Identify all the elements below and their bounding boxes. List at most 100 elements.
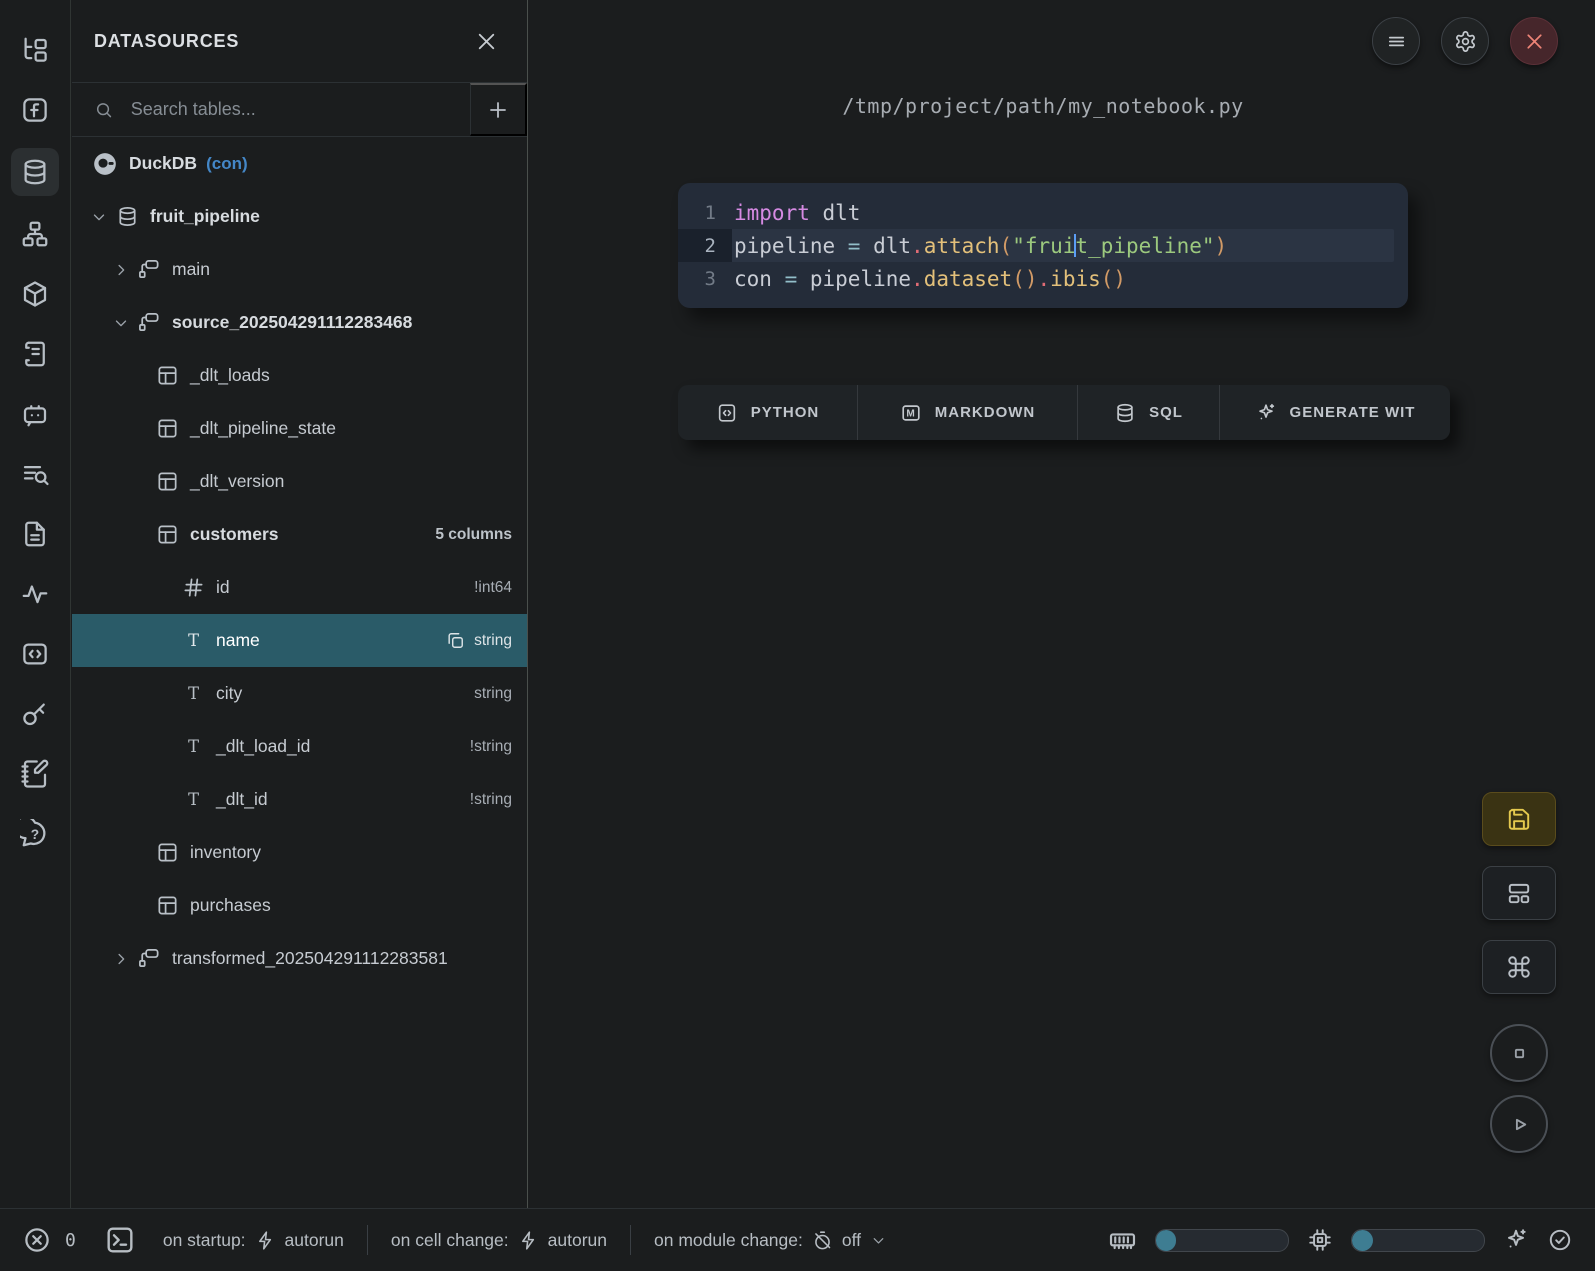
tree-row-fruit-pipeline[interactable]: fruit_pipeline xyxy=(72,190,527,243)
action-label: GENERATE WIT xyxy=(1290,404,1416,421)
chevron-right-icon[interactable] xyxy=(112,950,130,968)
command-palette-button[interactable] xyxy=(1482,940,1556,994)
save-button[interactable] xyxy=(1482,792,1556,846)
action-label: PYTHON xyxy=(751,404,820,421)
rail-item-help[interactable]: ? xyxy=(11,812,59,856)
chevron-down-icon xyxy=(870,1232,887,1249)
close-panel-icon[interactable] xyxy=(474,29,499,54)
add-cell-generate-wit-button[interactable]: GENERATE WIT xyxy=(1220,385,1450,440)
code-text: import dlt xyxy=(732,201,860,225)
tree-item-label: customers xyxy=(190,524,279,545)
rail-item-function[interactable] xyxy=(11,88,59,132)
ram-usage-fill xyxy=(1156,1230,1176,1251)
rail-item-activity[interactable] xyxy=(11,572,59,616)
ram-usage-meter xyxy=(1155,1229,1289,1252)
mode-on-startup[interactable]: on startup:autorun xyxy=(140,1225,367,1255)
search-row xyxy=(72,83,527,137)
tree-row-dlt-pipeline-state[interactable]: _dlt_pipeline_state xyxy=(72,402,527,455)
tree-row-source-202504291112283468[interactable]: source_202504291112283468 xyxy=(72,296,527,349)
type-t-icon: T xyxy=(182,788,205,811)
rail-item-list-search[interactable] xyxy=(11,452,59,496)
rail-item-bot[interactable] xyxy=(11,392,59,436)
tree-row-customers[interactable]: customers5 columns xyxy=(72,508,527,561)
add-cell-python-button[interactable]: PYTHON xyxy=(678,385,858,440)
chevron-down-icon[interactable] xyxy=(112,314,130,332)
markdown-icon: M xyxy=(900,402,922,424)
svg-text:M: M xyxy=(906,408,915,419)
tree-row-inventory[interactable]: inventory xyxy=(72,826,527,879)
tree-row-dlt-load-id[interactable]: T _dlt_load_id !string xyxy=(72,720,527,773)
tree-row-duckdb[interactable]: DuckDB(con) xyxy=(72,137,527,190)
tree-row-main[interactable]: main xyxy=(72,243,527,296)
chevron-right-icon[interactable] xyxy=(112,261,130,279)
connection-badge: (con) xyxy=(206,154,248,174)
chevron-down-icon[interactable] xyxy=(90,208,108,226)
tree-row-dlt-id[interactable]: T_dlt_id!string xyxy=(72,773,527,826)
rail-item-database[interactable] xyxy=(11,148,59,196)
svg-text:T: T xyxy=(188,684,199,703)
tree-row-dlt-version[interactable]: _dlt_version xyxy=(72,455,527,508)
column-type: !string xyxy=(470,738,512,756)
add-cell-markdown-button[interactable]: MMARKDOWN xyxy=(858,385,1078,440)
rail-item-document[interactable] xyxy=(11,512,59,556)
line-number: 2 xyxy=(678,229,732,262)
menu-button[interactable] xyxy=(1372,17,1420,65)
code-cell[interactable]: 1import dlt2pipeline = dlt.attach("fruit… xyxy=(678,183,1408,308)
code-line-1[interactable]: 1import dlt xyxy=(678,196,1408,229)
tree-item-label: transformed_202504291112283581 xyxy=(172,948,448,969)
search-input[interactable] xyxy=(129,98,470,121)
stop-button[interactable] xyxy=(1490,1024,1548,1082)
mode-label: on cell change: xyxy=(391,1230,509,1251)
code-box-icon xyxy=(20,639,50,669)
rail-item-key[interactable] xyxy=(11,692,59,736)
tree-row-transformed-202504291112283581[interactable]: transformed_202504291112283581 xyxy=(72,932,527,985)
database-icon xyxy=(116,205,139,228)
svg-text:T: T xyxy=(188,790,199,809)
key-icon xyxy=(20,699,50,729)
add-cell-sql-button[interactable]: SQL xyxy=(1078,385,1220,440)
tree-row-purchases[interactable]: purchases xyxy=(72,879,527,932)
rail-item-flow[interactable] xyxy=(11,212,59,256)
type-t-icon: T xyxy=(182,735,205,758)
terminal-icon xyxy=(104,1224,136,1256)
code-line-2[interactable]: 2pipeline = dlt.attach("fruit_pipeline") xyxy=(678,229,1394,262)
search-box[interactable] xyxy=(72,83,470,136)
sparkles-icon[interactable] xyxy=(1503,1227,1529,1253)
notebook-path: /tmp/project/path/my_notebook.py xyxy=(678,94,1408,118)
database-icon xyxy=(20,157,50,187)
tree-row-dlt-loads[interactable]: _dlt_loads xyxy=(72,349,527,402)
run-button[interactable] xyxy=(1490,1095,1548,1153)
status-bar: 0 on startup:autorunon cell change:autor… xyxy=(0,1208,1595,1271)
rail-item-notebook[interactable] xyxy=(11,752,59,796)
layout-button[interactable] xyxy=(1482,866,1556,920)
tree-item-label: purchases xyxy=(190,895,271,916)
tree-row-id[interactable]: id!int64 xyxy=(72,561,527,614)
tree-row-name[interactable]: Tnamestring xyxy=(72,614,527,667)
errors-indicator[interactable]: 0 xyxy=(0,1225,76,1255)
tree-row-city[interactable]: Tcitystring xyxy=(72,667,527,720)
database-icon xyxy=(1114,402,1136,424)
settings-button[interactable] xyxy=(1441,17,1489,65)
rail-item-script[interactable] xyxy=(11,332,59,376)
code-line-3[interactable]: 3con = pipeline.dataset().ibis() xyxy=(678,262,1408,295)
add-datasource-button[interactable] xyxy=(470,83,527,136)
resource-meters xyxy=(1108,1226,1595,1255)
document-icon xyxy=(20,519,50,549)
sparkles-icon xyxy=(1255,402,1277,424)
check-circle-icon[interactable] xyxy=(1547,1227,1573,1253)
rail-item-code-box[interactable] xyxy=(11,632,59,676)
terminal-button[interactable] xyxy=(104,1224,136,1256)
rail-item-package[interactable] xyxy=(11,272,59,316)
mode-on-module-change[interactable]: on module change:off xyxy=(630,1225,910,1255)
code-text: con = pipeline.dataset().ibis() xyxy=(732,267,1126,291)
mode-on-cell-change[interactable]: on cell change:autorun xyxy=(367,1225,630,1255)
shutdown-button[interactable] xyxy=(1510,17,1558,65)
code-editor[interactable]: 1import dlt2pipeline = dlt.attach("fruit… xyxy=(678,196,1408,295)
tree-item-label: _dlt_load_id xyxy=(216,736,310,757)
error-count: 0 xyxy=(65,1230,76,1251)
tree-item-label: _dlt_version xyxy=(190,471,284,492)
function-icon xyxy=(20,95,50,125)
tree-item-label: _dlt_id xyxy=(216,789,268,810)
copy-icon[interactable] xyxy=(446,631,465,650)
rail-item-file-tree[interactable] xyxy=(11,28,59,72)
